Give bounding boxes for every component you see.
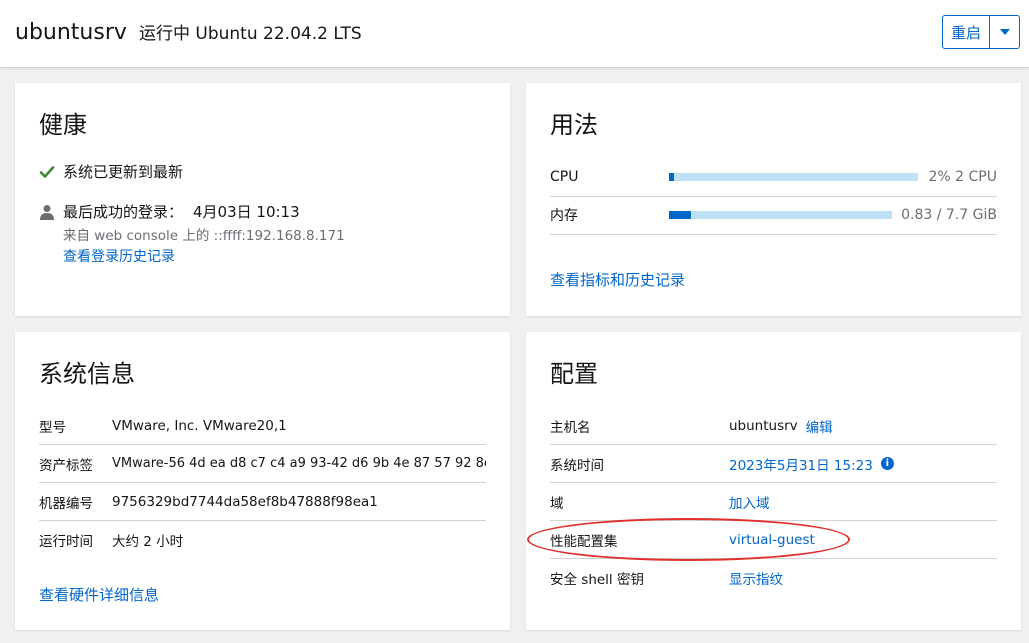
ssh-keys-label: 安全 shell 密钥 [550, 572, 644, 588]
health-card: 健康 系统已更新到最新 最后成功的登录： 4月03日 10:13 来自 web … [15, 83, 510, 316]
update-status-text: 系统已更新到最新 [63, 163, 184, 181]
join-domain-link[interactable]: 加入域 [729, 492, 770, 512]
last-login-time: 4月03日 10:13 [193, 203, 300, 221]
hostname-row: 主机名 ubuntusrv 编辑 [550, 407, 997, 445]
restart-dropdown-toggle[interactable] [990, 16, 1019, 48]
system-info-title: 系统信息 [39, 360, 135, 388]
memory-usage-fill [669, 211, 692, 219]
domain-row: 域 加入域 [550, 483, 997, 521]
hostname-edit-link[interactable]: 编辑 [806, 416, 833, 436]
uptime-label: 运行时间 [39, 534, 93, 550]
page-header: ubuntusrv 运行中 Ubuntu 22.04.2 LTS 重启 [0, 0, 1029, 68]
usage-card: 用法 CPU 2% 2 CPU 内存 0.83 / 7.7 GiB 查看指标和历… [526, 83, 1021, 316]
restart-button-group: 重启 [942, 15, 1020, 49]
info-icon[interactable]: i [880, 457, 894, 470]
cpu-usage-fill [669, 173, 674, 181]
update-status-row: 系统已更新到最新 [39, 161, 183, 182]
login-history-link[interactable]: 查看登录历史记录 [63, 246, 175, 266]
health-title: 健康 [39, 111, 87, 139]
system-time-link[interactable]: 2023年5月31日 15:23 [729, 454, 873, 474]
asset-tag-value: VMware-56 4d ea d8 c7 c4 a9 93-42 d6 9b … [112, 456, 486, 471]
show-fingerprints-link[interactable]: 显示指纹 [729, 568, 783, 588]
system-time-row: 系统时间 2023年5月31日 15:23 i [550, 445, 997, 483]
machine-id-value: 9756329bd7744da58ef8b47888f98ea1 [112, 493, 378, 510]
asset-tag-label: 资产标签 [39, 457, 93, 474]
uptime-value: 大约 2 小时 [112, 534, 184, 550]
hostname-value: ubuntusrv [729, 417, 798, 434]
metrics-history-link[interactable]: 查看指标和历史记录 [550, 269, 685, 290]
system-status: 运行中 Ubuntu 22.04.2 LTS [139, 24, 362, 44]
user-icon [40, 204, 54, 220]
uptime-row: 运行时间 大约 2 小时 [39, 521, 486, 559]
usage-title: 用法 [550, 111, 598, 139]
configuration-title: 配置 [550, 360, 598, 388]
hostname-title: ubuntusrv [15, 20, 127, 45]
model-value: VMware, Inc. VMware20,1 [112, 417, 287, 434]
machine-id-label: 机器编号 [39, 495, 93, 512]
caret-down-icon [999, 29, 1010, 35]
restart-button[interactable]: 重启 [943, 16, 990, 48]
last-login-source: 来自 web console 上的 ::ffff:192.168.8.171 [63, 228, 345, 244]
cpu-value: 2% 2 CPU [928, 169, 997, 185]
hardware-details-link[interactable]: 查看硬件详细信息 [39, 584, 159, 605]
system-info-card: 系统信息 型号 VMware, Inc. VMware20,1 资产标签 VMw… [15, 332, 510, 630]
last-login-label: 最后成功的登录： [63, 203, 184, 221]
memory-label: 内存 [550, 208, 578, 224]
last-login-row: 最后成功的登录： 4月03日 10:13 [39, 201, 300, 222]
cpu-label: CPU [550, 169, 579, 185]
machine-id-row: 机器编号 9756329bd7744da58ef8b47888f98ea1 [39, 483, 486, 521]
domain-label: 域 [550, 495, 564, 512]
cpu-usage-bar [669, 173, 918, 181]
model-row: 型号 VMware, Inc. VMware20,1 [39, 407, 486, 445]
cpu-usage-row: CPU 2% 2 CPU [550, 158, 997, 197]
memory-usage-row: 内存 0.83 / 7.7 GiB [550, 196, 997, 235]
annotation-ellipse [527, 518, 850, 561]
asset-tag-row: 资产标签 VMware-56 4d ea d8 c7 c4 a9 93-42 d… [39, 445, 486, 483]
ssh-keys-row: 安全 shell 密钥 显示指纹 [550, 559, 997, 597]
memory-usage-bar [669, 211, 892, 219]
check-icon [39, 165, 55, 178]
hostname-label: 主机名 [550, 419, 591, 436]
model-label: 型号 [39, 419, 66, 436]
configuration-card: 配置 主机名 ubuntusrv 编辑 系统时间 2023年5月31日 15:2… [526, 332, 1021, 630]
system-time-label: 系统时间 [550, 457, 604, 474]
memory-value: 0.83 / 7.7 GiB [901, 207, 997, 223]
